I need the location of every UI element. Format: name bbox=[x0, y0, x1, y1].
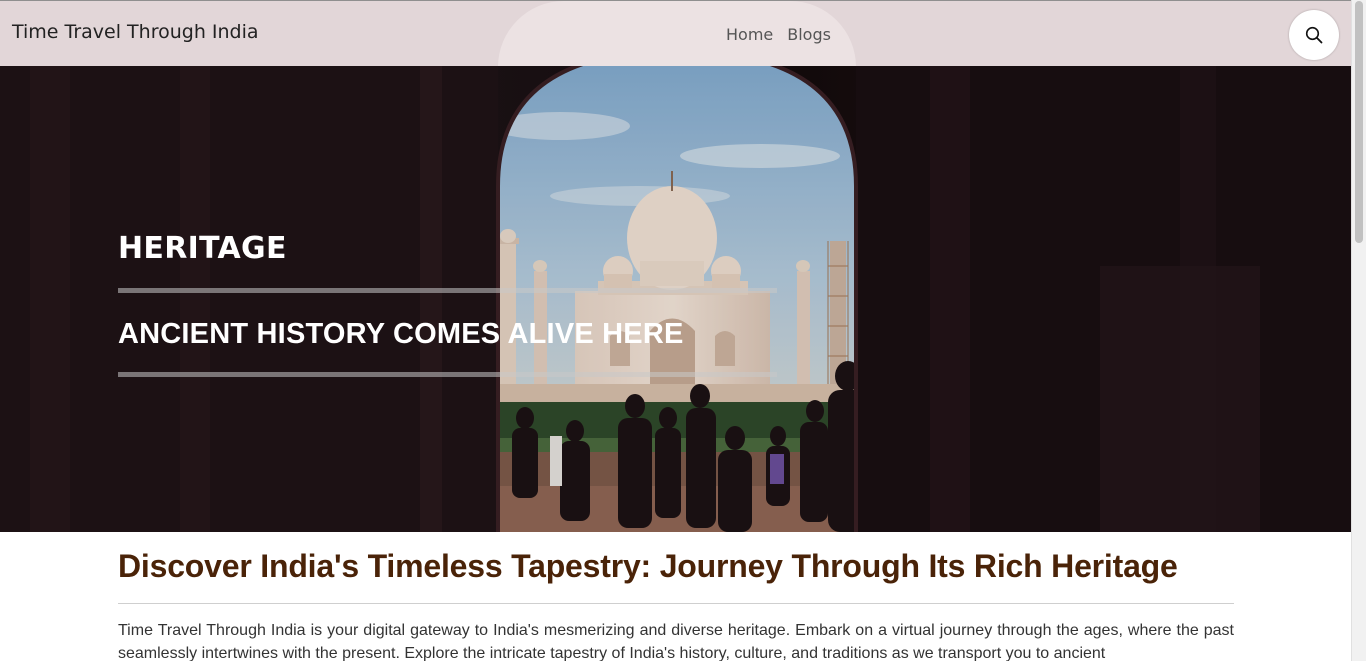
nav-link-blogs[interactable]: Blogs bbox=[787, 25, 831, 44]
search-button[interactable] bbox=[1289, 10, 1339, 60]
site-brand[interactable]: Time Travel Through India bbox=[12, 21, 259, 43]
hero-banner: HERITAGE ANCIENT HISTORY COMES ALIVE HER… bbox=[0, 66, 1351, 532]
search-icon bbox=[1305, 26, 1323, 44]
section-heading: Discover India's Timeless Tapestry: Jour… bbox=[118, 548, 1178, 584]
nav-link-home[interactable]: Home bbox=[726, 25, 773, 44]
hero-divider-top bbox=[118, 288, 777, 293]
hero-divider-bottom bbox=[118, 372, 777, 377]
intro-paragraph: Time Travel Through India is your digita… bbox=[118, 622, 1234, 661]
hero-image bbox=[0, 66, 1351, 532]
hero-subtitle: ANCIENT HISTORY COMES ALIVE HERE bbox=[118, 318, 684, 350]
scrollbar-thumb[interactable] bbox=[1355, 1, 1363, 243]
nav-links: Home Blogs bbox=[726, 25, 831, 44]
navbar: Time Travel Through India Home Blogs bbox=[0, 0, 1351, 66]
section-divider bbox=[118, 603, 1234, 604]
page: Time Travel Through India Home Blogs HER… bbox=[0, 0, 1351, 661]
hero-title: HERITAGE bbox=[118, 231, 287, 266]
page-scrollbar[interactable] bbox=[1351, 0, 1366, 661]
